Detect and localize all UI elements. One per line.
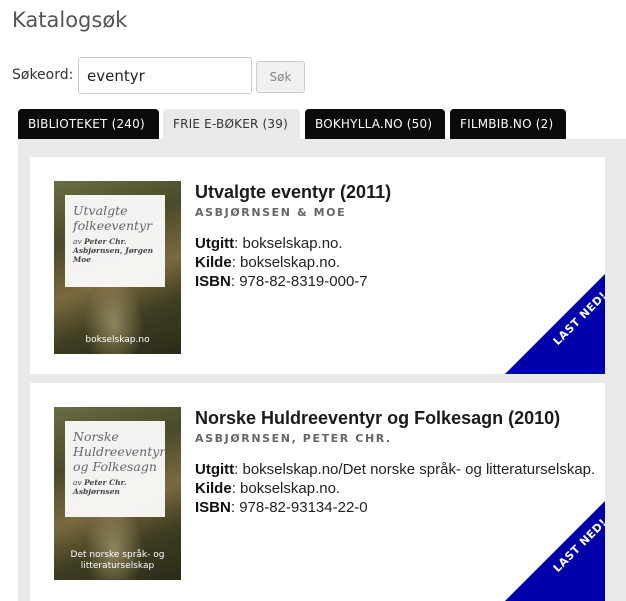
tab-filmbib[interactable]: FILMBIB.NO (2): [450, 109, 566, 139]
cover-title: Norske Huldreeventyr og Folkesagn: [73, 429, 166, 474]
tab-biblioteket[interactable]: BIBLIOTEKET (240): [18, 109, 159, 139]
tab-bokhylla[interactable]: BOKHYLLA.NO (50): [305, 109, 445, 139]
book-cover-image[interactable]: Utvalgte folkeeventyr av Peter Chr. Asbj…: [54, 181, 181, 354]
cover-title-box: Norske Huldreeventyr og Folkesagn av Pet…: [65, 421, 165, 517]
tab-frie-e-boker[interactable]: FRIE E-BØKER (39): [163, 109, 300, 139]
result-card: Norske Huldreeventyr og Folkesagn av Pet…: [30, 383, 605, 601]
cover-publisher: Det norske språk- og litteraturselskap: [70, 550, 165, 571]
search-button[interactable]: Søk: [256, 61, 305, 93]
book-author: ASBJØRNSEN & MOE: [195, 206, 347, 219]
results-panel: Utvalgte folkeeventyr av Peter Chr. Asbj…: [18, 139, 626, 601]
cover-title-box: Utvalgte folkeeventyr av Peter Chr. Asbj…: [65, 195, 165, 287]
meta-published: Utgitt: bokselskap.no.: [195, 235, 343, 252]
meta-published: Utgitt: bokselskap.no/Det norske språk- …: [195, 461, 596, 478]
result-card: Utvalgte folkeeventyr av Peter Chr. Asbj…: [30, 157, 605, 374]
book-title[interactable]: Utvalgte eventyr (2011): [195, 181, 600, 203]
search-input[interactable]: [78, 57, 252, 94]
meta-source: Kilde: bokselskap.no.: [195, 254, 341, 271]
meta-source: Kilde: bokselskap.no.: [195, 480, 341, 497]
cover-publisher: bokselskap.no: [85, 335, 150, 345]
search-label: Søkeord:: [12, 67, 74, 83]
cover-author: av Peter Chr. Asbjørnsen, Jørgen Moe: [73, 237, 154, 264]
page-title: Katalogsøk: [12, 8, 128, 32]
book-title[interactable]: Norske Huldreeventyr og Folkesagn (2010): [195, 407, 600, 429]
ribbon-triangle: [505, 501, 605, 601]
ribbon-triangle: [505, 274, 605, 374]
book-author: ASBJØRNSEN, PETER CHR.: [195, 432, 392, 445]
search-form: Søkeord: Søk: [12, 57, 612, 95]
download-ribbon[interactable]: LAST NED!: [505, 501, 605, 601]
download-ribbon[interactable]: LAST NED!: [505, 274, 605, 374]
cover-author: av Peter Chr. Asbjørnsen: [73, 478, 127, 496]
book-cover-image[interactable]: Norske Huldreeventyr og Folkesagn av Pet…: [54, 407, 181, 580]
cover-title: Utvalgte folkeeventyr: [73, 203, 153, 233]
